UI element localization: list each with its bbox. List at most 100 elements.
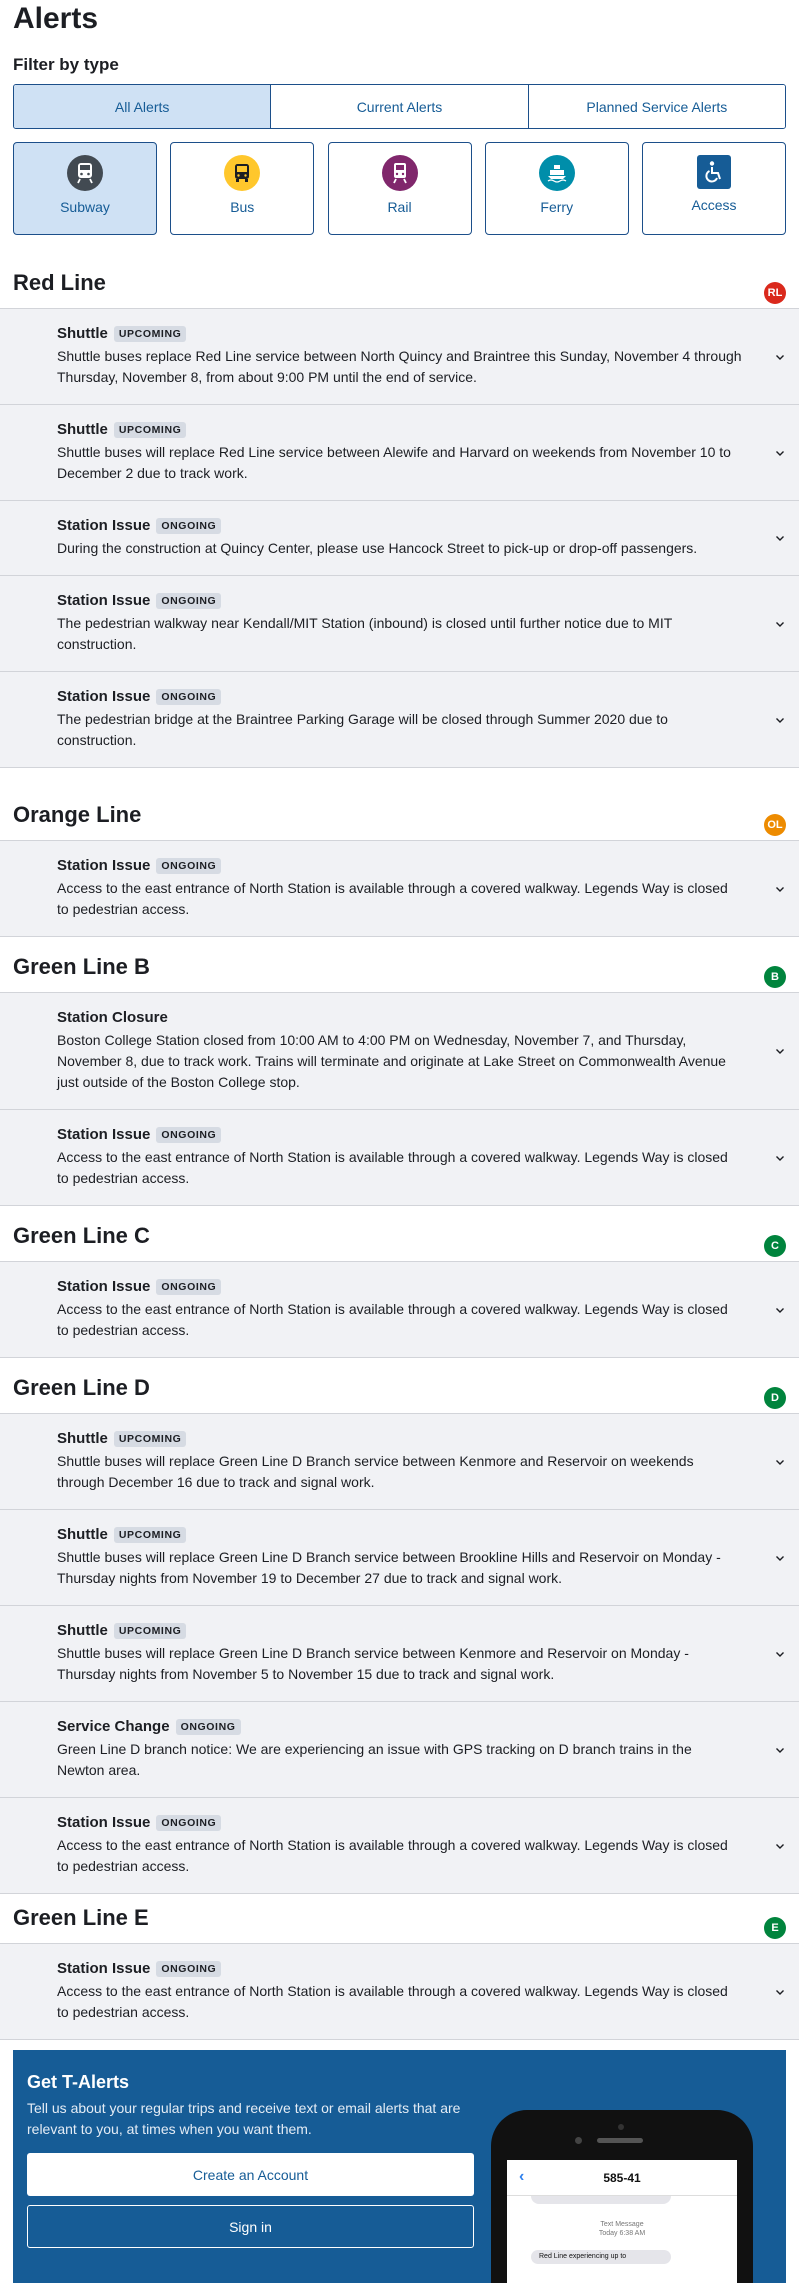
phone-speaker (597, 2138, 643, 2143)
mode-label-rail: Rail (387, 199, 412, 215)
alert-item[interactable]: Station Issue ONGOING Access to the east … (0, 1261, 799, 1358)
alert-item[interactable]: Shuttle UPCOMING Shuttle buses will repla… (0, 404, 799, 500)
alert-item[interactable]: Shuttle UPCOMING Shuttle buses will repla… (0, 1605, 799, 1701)
alert-item[interactable]: Shuttle UPCOMING Shuttle buses will repla… (0, 1509, 799, 1605)
page-title: Alerts (13, 2, 99, 35)
chevron-down-icon (776, 1651, 784, 1657)
status-badge: ONGOING (156, 688, 222, 705)
alert-text: The pedestrian bridge at the Braintree P… (57, 711, 668, 748)
status-badge: ONGOING (156, 1960, 222, 1977)
t-alerts-description: Tell us about your regular trips and rec… (27, 2100, 461, 2137)
back-chevron-icon: ‹ (519, 2168, 525, 2185)
alert-text: Access to the east entrance of North Sta… (57, 880, 728, 917)
line-name: Orange Line (13, 802, 142, 827)
line-section-green-line-e: Green Line E E Station Issue ONGOING Acce… (0, 1899, 799, 2040)
green-line-b-badge: B (764, 966, 786, 988)
green-line-e-badge: E (764, 1917, 786, 1939)
alert-item[interactable]: Station Issue ONGOING Access to the east … (0, 1943, 799, 2040)
alert-item[interactable]: Station Issue ONGOING The pedestrian walk… (0, 575, 799, 671)
tab-current-alerts[interactable]: Current Alerts (271, 85, 529, 128)
alert-type: Shuttle (57, 1430, 108, 1447)
alert-item[interactable]: Service Change ONGOING Green Line D branc… (0, 1701, 799, 1797)
ferry-icon (538, 155, 575, 191)
chevron-down-icon (776, 1459, 784, 1465)
line-section-green-line-c: Green Line C C Station Issue ONGOING Acce… (0, 1217, 799, 1358)
alert-text: Shuttle buses will replace Green Line D … (57, 1645, 689, 1682)
mode-filter: Subway Bus Rail Ferry Access (13, 142, 786, 235)
mode-label-bus: Bus (230, 199, 255, 215)
status-badge: UPCOMING (113, 1526, 187, 1543)
alert-type: Shuttle (57, 421, 108, 438)
alert-item[interactable]: Station Issue ONGOING During the construc… (0, 500, 799, 575)
alert-item[interactable]: Station Issue ONGOING Access to the east … (0, 840, 799, 937)
mode-button-subway[interactable]: Subway (13, 142, 157, 235)
chevron-down-icon (776, 1843, 784, 1849)
alert-item[interactable]: Station Closure Boston College Station c… (0, 992, 799, 1109)
alert-type: Station Issue (57, 592, 151, 609)
bus-icon (224, 155, 261, 191)
t-alerts-title: Get T-Alerts (27, 2072, 130, 2092)
green-line-d-badge: D (764, 1387, 786, 1409)
alert-item[interactable]: Station Issue ONGOING Access to the east … (0, 1109, 799, 1206)
subway-icon (67, 155, 103, 191)
line-name: Red Line (13, 270, 106, 295)
alert-item[interactable]: Station Issue ONGOING Access to the east … (0, 1797, 799, 1894)
line-section-red-line: Red Line RL Shuttle UPCOMING Shuttle buse… (0, 264, 799, 768)
alert-type: Service Change (57, 1718, 170, 1735)
status-badge: ONGOING (156, 517, 222, 534)
mode-button-access[interactable]: Access (642, 142, 786, 235)
accessibility-icon (697, 155, 731, 189)
alert-type: Station Issue (57, 517, 151, 534)
alert-type: Station Issue (57, 688, 151, 705)
status-badge: UPCOMING (113, 325, 187, 342)
alert-type: Station Closure (57, 1009, 168, 1026)
status-badge: ONGOING (156, 1126, 222, 1143)
chevron-down-icon (776, 1989, 784, 1995)
alert-text: Shuttle buses will replace Green Line D … (57, 1549, 721, 1586)
line-section-green-line-d: Green Line D D Shuttle UPCOMING Shuttle b… (0, 1369, 799, 1894)
chevron-down-icon (776, 354, 784, 360)
message-meta: Text Message Today 6:38 AM (507, 2220, 737, 2238)
alert-type: Station Issue (57, 1126, 151, 1143)
alert-item[interactable]: Shuttle UPCOMING Shuttle buses replace Re… (0, 308, 799, 404)
alert-type: Shuttle (57, 325, 108, 342)
alert-text: Access to the east entrance of North Sta… (57, 1149, 728, 1186)
green-line-c-badge: C (764, 1235, 786, 1257)
alert-text: Access to the east entrance of North Sta… (57, 1301, 728, 1338)
alert-type: Station Issue (57, 1814, 151, 1831)
alert-type-tabs: All Alerts Current Alerts Planned Servic… (13, 84, 786, 129)
mode-label-access: Access (691, 197, 737, 213)
tab-all-alerts[interactable]: All Alerts (14, 85, 272, 128)
alert-text: Shuttle buses will replace Green Line D … (57, 1453, 694, 1490)
chevron-down-icon (776, 1049, 784, 1054)
mode-button-rail[interactable]: Rail (327, 142, 472, 235)
phone-number: 585-41 (603, 2170, 641, 2185)
message-header: ‹ 585-41 (507, 2160, 737, 2196)
chevron-down-icon (776, 886, 784, 892)
mode-label-subway: Subway (60, 199, 110, 215)
status-badge: ONGOING (175, 1718, 241, 1735)
mode-button-ferry[interactable]: Ferry (484, 142, 629, 235)
line-name: Green Line C (13, 1223, 150, 1248)
alert-item[interactable]: Shuttle UPCOMING Shuttle buses will repla… (0, 1413, 799, 1509)
chevron-down-icon (776, 621, 784, 627)
tab-planned-service-alerts[interactable]: Planned Service Alerts (528, 85, 785, 128)
status-badge: UPCOMING (113, 421, 187, 438)
commuter-rail-icon (381, 155, 418, 191)
message-time: Today 6:38 AM (598, 2230, 646, 2237)
chevron-down-icon (776, 536, 784, 541)
sign-in-button[interactable]: Sign in (27, 2205, 474, 2248)
alert-type: Shuttle (57, 1526, 108, 1543)
alert-text: Access to the east entrance of North Sta… (57, 1837, 728, 1874)
alert-item[interactable]: Station Issue ONGOING The pedestrian brid… (0, 671, 799, 768)
status-badge: ONGOING (156, 857, 222, 874)
alert-text: Access to the east entrance of North Sta… (57, 1983, 728, 2020)
status-badge: ONGOING (156, 1278, 222, 1295)
mode-button-bus[interactable]: Bus (170, 142, 315, 235)
create-account-button[interactable]: Create an Account (27, 2153, 474, 2196)
alert-text: The pedestrian walkway near Kendall/MIT … (57, 615, 673, 652)
phone-screen: ‹ 585-41 Text Message Today 6:38 AM Red … (507, 2160, 737, 2283)
line-name: Green Line D (13, 1375, 150, 1400)
line-name: Green Line E (13, 1905, 149, 1930)
chevron-down-icon (776, 1747, 784, 1753)
